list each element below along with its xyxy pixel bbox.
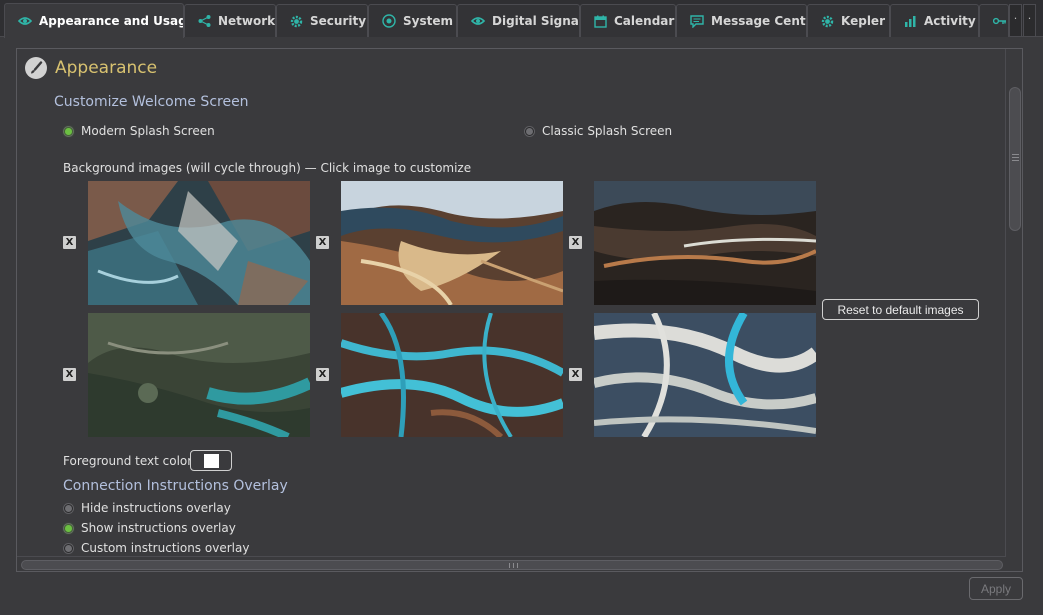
tab-bar: Appearance and Usage Network Security Sy… [0,0,1043,38]
radio-modern-splash[interactable]: Modern Splash Screen [63,124,215,138]
calendar-icon [594,15,607,28]
radio-button[interactable] [524,125,535,137]
grip-line [509,563,510,568]
remove-image-button[interactable]: X [63,368,76,381]
tab-scroll-right-button[interactable]: · [1023,4,1036,37]
background-image-4[interactable] [88,313,310,437]
radio-label: Classic Splash Screen [542,124,673,138]
eye-icon [18,16,32,26]
tab-network[interactable]: Network [184,4,276,37]
tab-calendar[interactable]: Calendar [580,4,676,37]
grip-line [1012,154,1019,155]
radio-label: Modern Splash Screen [81,124,215,138]
brush-icon [25,57,47,79]
tab-system[interactable]: System [368,4,457,37]
tab-label: Calendar [614,14,675,28]
gear-icon [821,15,834,28]
grip-line [513,563,514,568]
vertical-scroll-thumb[interactable] [1009,87,1021,231]
tab-label: Network [218,14,276,28]
grip-line [1012,157,1019,158]
key-icon [993,17,1007,25]
eye-icon [471,16,485,26]
radio-show-overlay[interactable]: Show instructions overlay [63,521,236,535]
radio-label: Custom instructions overlay [81,541,250,555]
tab-label: Appearance and Usage [39,14,184,28]
target-icon [382,14,396,28]
bar-chart-icon [904,15,917,28]
appearance-panel: Appearance Customize Welcome Screen Mode… [16,48,1023,572]
background-image-3[interactable] [594,181,816,305]
tab-label: Digital Signage [492,14,579,28]
reset-default-images-button[interactable]: Reset to default images [822,299,979,320]
radio-button[interactable] [63,502,74,514]
radio-custom-overlay[interactable]: Custom instructions overlay [63,541,249,555]
remove-image-button[interactable]: X [316,236,329,249]
horizontal-scrollbar[interactable] [17,556,1005,571]
tab-digital-signage[interactable]: Digital Signage [457,4,580,37]
radio-button[interactable] [63,125,74,137]
tab-label: Security [310,14,367,28]
horizontal-scroll-thumb[interactable] [21,560,1003,570]
section-title: Appearance [55,58,158,78]
apply-button[interactable]: Apply [969,577,1023,600]
section-header: Appearance [25,55,157,81]
customize-welcome-title: Customize Welcome Screen [54,94,249,110]
tab-kepler[interactable]: Kepler [807,4,890,37]
tab-security[interactable]: Security [276,4,368,37]
grip-line [517,563,518,568]
background-images-label: Background images (will cycle through) —… [63,161,472,175]
vertical-scrollbar[interactable] [1005,49,1022,557]
tab-overflow[interactable] [979,4,1009,37]
connection-overlay-title: Connection Instructions Overlay [63,478,288,494]
tab-message-center[interactable]: Message Center [676,4,807,37]
remove-image-button[interactable]: X [63,236,76,249]
background-image-5[interactable] [341,313,563,437]
tab-label: System [403,14,453,28]
radio-hide-overlay[interactable]: Hide instructions overlay [63,501,231,515]
radio-button[interactable] [63,522,74,534]
remove-image-button[interactable]: X [316,368,329,381]
radio-label: Hide instructions overlay [81,501,231,515]
remove-image-button[interactable]: X [569,368,582,381]
radio-button[interactable] [63,542,74,554]
foreground-color-label: Foreground text color [63,454,193,468]
foreground-color-picker[interactable] [190,450,232,471]
color-swatch [203,453,219,468]
background-image-2[interactable] [341,181,563,305]
grip-line [1012,160,1019,161]
tab-label: Kepler [841,14,885,28]
background-image-6[interactable] [594,313,816,437]
share-icon [198,15,211,27]
tab-label: Message Center [711,14,806,28]
tab-label: Activity [924,14,976,28]
tab-scroll-left-button[interactable]: · [1009,4,1022,37]
message-icon [690,14,704,28]
remove-image-button[interactable]: X [569,236,582,249]
background-image-1[interactable] [88,181,310,305]
radio-classic-splash[interactable]: Classic Splash Screen [524,124,672,138]
radio-label: Show instructions overlay [81,521,236,535]
gear-icon [290,15,303,28]
tab-appearance-and-usage[interactable]: Appearance and Usage [4,3,184,38]
tab-activity[interactable]: Activity [890,4,979,37]
